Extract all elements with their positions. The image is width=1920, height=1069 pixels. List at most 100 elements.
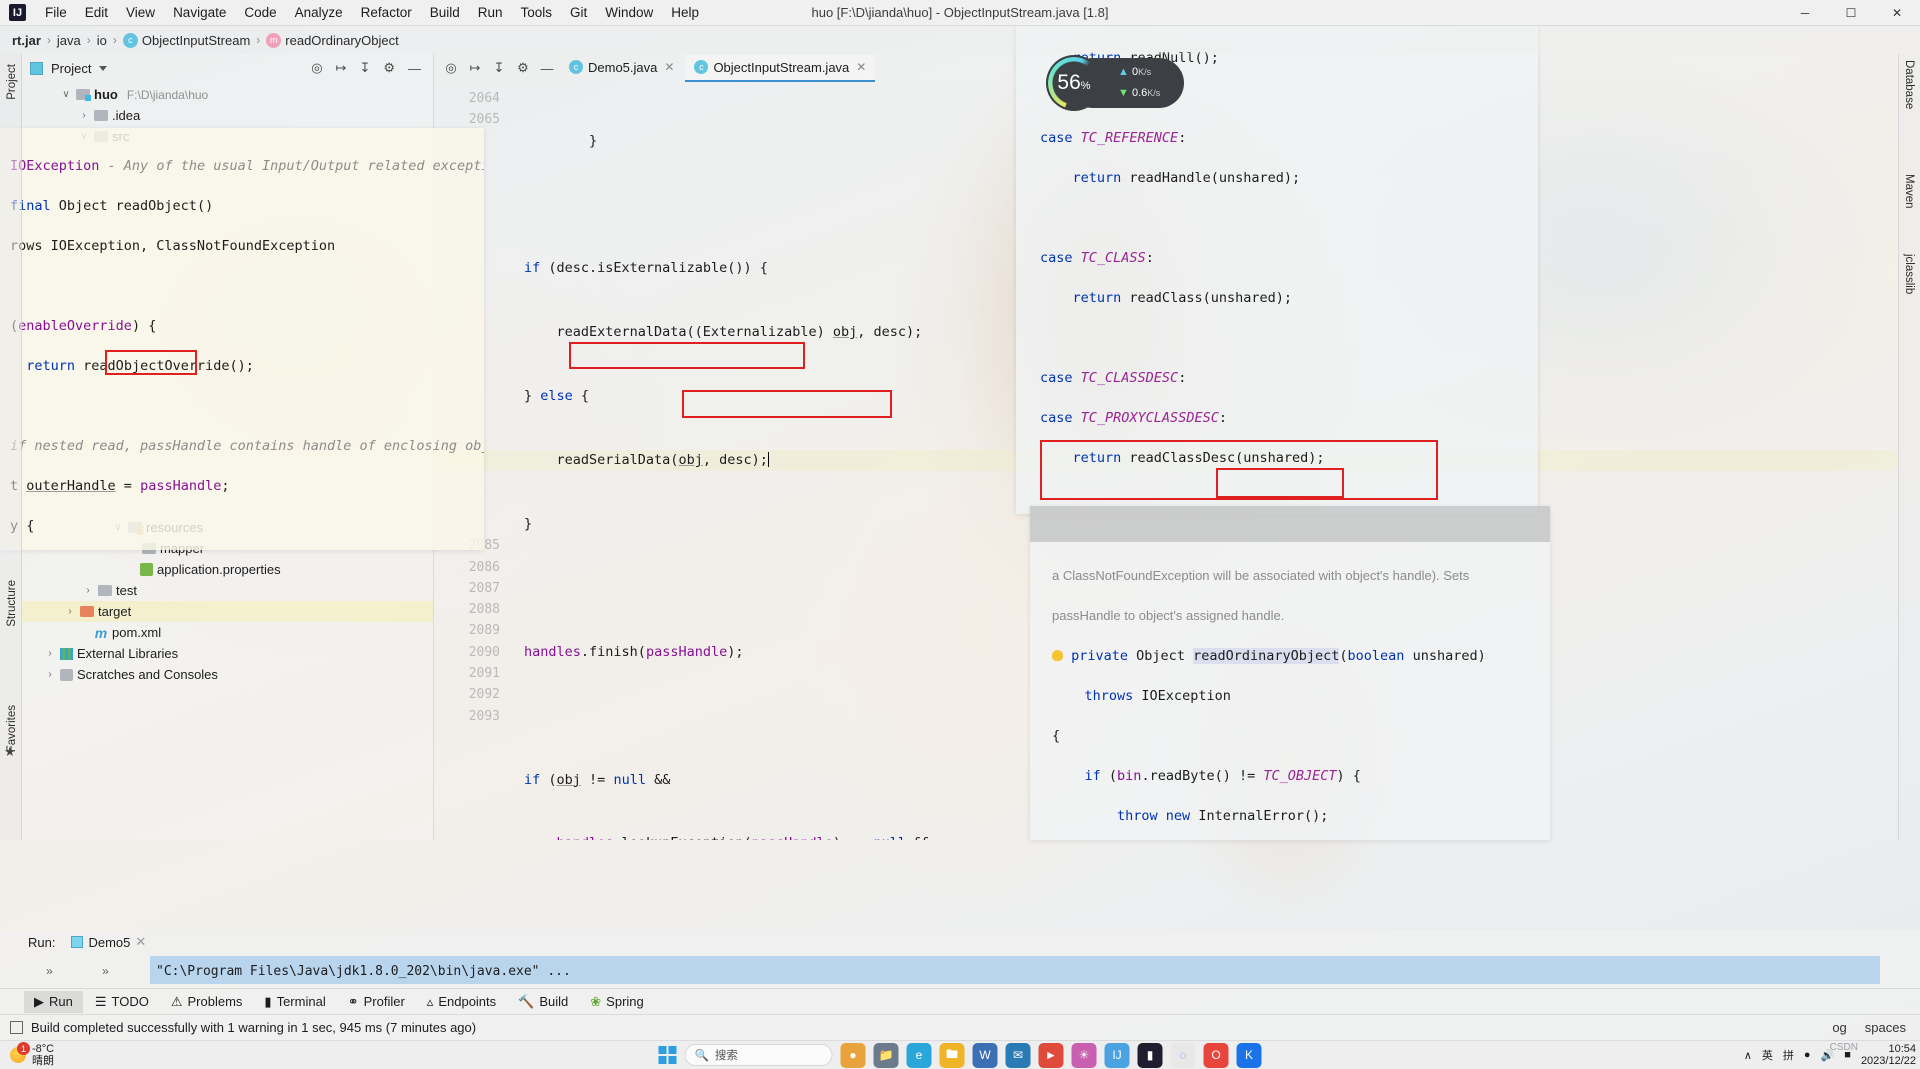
tree-item-pom-xml[interactable]: m pom.xml — [22, 622, 433, 643]
favorites-star-icon[interactable]: ★ — [4, 744, 16, 760]
collapse-all-icon[interactable]: ↧ — [359, 60, 370, 76]
expand-all-icon[interactable]: ↦ — [336, 60, 347, 76]
close-icon[interactable]: ✕ — [856, 60, 866, 74]
tool-window-profiler[interactable]: ⚭ Profiler — [338, 991, 415, 1013]
tool-window-spring[interactable]: ❀ Spring — [580, 991, 653, 1013]
breadcrumb-item-java[interactable]: java — [57, 33, 81, 48]
tree-item-scratches-and-consoles[interactable]: › Scratches and Consoles — [22, 664, 433, 685]
taskbar-icon-intellij[interactable]: IJ — [1104, 1042, 1130, 1068]
tool-tab-database[interactable]: Database — [1903, 60, 1915, 109]
tool-tab-project[interactable]: Project — [3, 58, 21, 106]
maximize-button[interactable]: ☐ — [1828, 0, 1874, 26]
taskbar-icon-terminal-app[interactable]: ▮ — [1137, 1042, 1163, 1068]
menu-item-view[interactable]: View — [117, 2, 164, 23]
taskbar-icon-outlook[interactable]: ✉ — [1005, 1042, 1031, 1068]
tool-window-build[interactable]: 🔨 Build — [508, 991, 578, 1013]
tree-item-target[interactable]: › target — [22, 601, 433, 622]
tray-expand-icon[interactable]: ∧ — [1744, 1049, 1752, 1062]
chevron-right-icon[interactable]: › — [82, 585, 94, 596]
status-event-icon[interactable] — [10, 1021, 23, 1034]
tool-window-endpoints[interactable]: ▵ Endpoints — [417, 991, 506, 1013]
network-speed-widget[interactable]: ▲ 0K/s ▼ 0.6K/s 56% — [1046, 55, 1184, 111]
hide-panel-icon[interactable]: — — [408, 61, 421, 76]
breadcrumb-item-rtjar[interactable]: rt.jar — [12, 33, 41, 48]
menu-item-file[interactable]: File — [36, 2, 76, 23]
menu-item-refactor[interactable]: Refactor — [352, 2, 421, 23]
locate-target-icon[interactable]: ◎ — [311, 60, 322, 76]
collapse-icon[interactable]: ↧ — [488, 57, 510, 79]
tool-window-bar[interactable]: ▶ Run ☰ TODO ⚠ Problems ▮ Terminal ⚭ Profiler… — [0, 988, 1920, 1014]
chevron-more-icon[interactable]: » — [102, 964, 109, 978]
chevron-right-icon[interactable]: › — [44, 669, 56, 680]
menu-item-analyze[interactable]: Analyze — [286, 2, 352, 23]
taskbar-icon-media[interactable]: ► — [1038, 1042, 1064, 1068]
chevron-more-icon[interactable]: » — [46, 964, 53, 978]
menu-item-code[interactable]: Code — [235, 2, 285, 23]
menu-bar[interactable]: File Edit View Navigate Code Analyze Ref… — [36, 2, 708, 23]
run-console[interactable]: » » "C:\Program Files\Java\jdk1.8.0_202\… — [0, 954, 1920, 988]
breadcrumb[interactable]: rt.jar › java › io › c ObjectInputStream … — [0, 26, 1920, 54]
tool-tab-structure[interactable]: Structure — [3, 574, 21, 633]
tree-item-application-properties[interactable]: application.properties — [22, 559, 433, 580]
close-icon[interactable]: ✕ — [135, 934, 146, 950]
menu-item-build[interactable]: Build — [421, 2, 469, 23]
status-encoding[interactable]: og — [1832, 1020, 1846, 1035]
breadcrumb-item-objectinputstream[interactable]: ObjectInputStream — [142, 33, 250, 48]
ime-english-icon[interactable]: 英 — [1762, 1047, 1773, 1063]
menu-item-tools[interactable]: Tools — [512, 2, 562, 23]
taskbar-weather-widget[interactable]: 1 -8°C 晴朗 — [10, 1042, 54, 1067]
tool-window-problems[interactable]: ⚠ Problems — [161, 991, 253, 1013]
taskbar-icon-edge[interactable]: e — [906, 1042, 932, 1068]
tree-item-test[interactable]: › test — [22, 580, 433, 601]
taskbar-icon-opera[interactable]: O — [1203, 1042, 1229, 1068]
menu-item-window[interactable]: Window — [596, 2, 662, 23]
taskbar-search-box[interactable]: 🔍 搜索 — [684, 1044, 833, 1066]
menu-item-navigate[interactable]: Navigate — [164, 2, 235, 23]
taskbar-icon-photos[interactable]: ☀ — [1071, 1042, 1097, 1068]
windows-taskbar[interactable]: 1 -8°C 晴朗 🔍 搜索 ● 📁 e 🖿 W ✉ ► ☀ IJ ▮ ◌ O … — [0, 1040, 1920, 1069]
expand-icon[interactable]: ↦ — [464, 57, 486, 79]
taskbar-icon-kingsoft[interactable]: K — [1236, 1042, 1262, 1068]
tree-item-external-libraries[interactable]: › External Libraries — [22, 643, 433, 664]
hide-icon[interactable]: — — [536, 57, 558, 79]
tool-tab-jclasslib[interactable]: jclasslib — [1903, 254, 1915, 294]
close-button[interactable]: ✕ — [1874, 0, 1920, 26]
breadcrumb-item-io[interactable]: io — [97, 33, 107, 48]
cpu-usage-dial[interactable]: 56% — [1046, 55, 1102, 111]
intention-bulb-icon[interactable] — [1052, 650, 1063, 661]
taskbar-clock[interactable]: 10:54 2023/12/22 — [1861, 1043, 1916, 1067]
chevron-down-icon[interactable] — [99, 65, 108, 71]
taskbar-icon-chrome[interactable]: ◌ — [1170, 1042, 1196, 1068]
windows-start-icon[interactable] — [658, 1046, 677, 1064]
chevron-right-icon[interactable]: › — [44, 648, 56, 659]
tool-window-todo[interactable]: ☰ TODO — [85, 991, 159, 1013]
tool-window-run[interactable]: ▶ Run — [24, 990, 83, 1013]
breadcrumb-item-readordinaryobject[interactable]: readOrdinaryObject — [285, 33, 398, 48]
taskbar-icon-file-explorer[interactable]: 📁 — [873, 1042, 899, 1068]
tool-tab-maven[interactable]: Maven — [1903, 174, 1915, 209]
tree-item-idea[interactable]: › .idea — [22, 105, 433, 126]
menu-item-help[interactable]: Help — [662, 2, 708, 23]
minimize-button[interactable]: ─ — [1782, 0, 1828, 26]
taskbar-icon-folder[interactable]: 🖿 — [939, 1042, 965, 1068]
settings-gear-icon[interactable]: ⚙ — [512, 57, 534, 79]
chevron-right-icon[interactable]: › — [78, 110, 90, 121]
settings-gear-icon[interactable]: ⚙ — [383, 60, 395, 76]
taskbar-center-group[interactable]: 🔍 搜索 ● 📁 e 🖿 W ✉ ► ☀ IJ ▮ ◌ O K — [658, 1042, 1262, 1068]
chevron-expanded-icon[interactable]: ∨ — [60, 89, 72, 100]
wifi-icon[interactable]: ● — [1804, 1049, 1811, 1061]
menu-item-edit[interactable]: Edit — [76, 2, 117, 23]
editor-tab-demo5[interactable]: c Demo5.java ✕ — [560, 55, 683, 82]
status-indent[interactable]: spaces — [1865, 1020, 1906, 1035]
tree-item-huo[interactable]: ∨ huo F:\D\jianda\huo — [22, 84, 433, 105]
close-icon[interactable]: ✕ — [664, 60, 674, 74]
menu-item-git[interactable]: Git — [561, 2, 596, 23]
menu-item-run[interactable]: Run — [469, 2, 512, 23]
taskbar-icon-word[interactable]: W — [972, 1042, 998, 1068]
taskbar-icon-app1[interactable]: ● — [840, 1042, 866, 1068]
editor-tab-objectinputstream[interactable]: c ObjectInputStream.java ✕ — [685, 54, 876, 82]
run-config-tab-demo5[interactable]: Demo5 ✕ — [63, 932, 154, 952]
project-panel-actions[interactable]: ◎ ↦ ↧ ⚙ — — [311, 60, 425, 76]
ime-pinyin-icon[interactable]: 拼 — [1783, 1047, 1794, 1063]
chevron-right-icon[interactable]: › — [64, 606, 76, 617]
